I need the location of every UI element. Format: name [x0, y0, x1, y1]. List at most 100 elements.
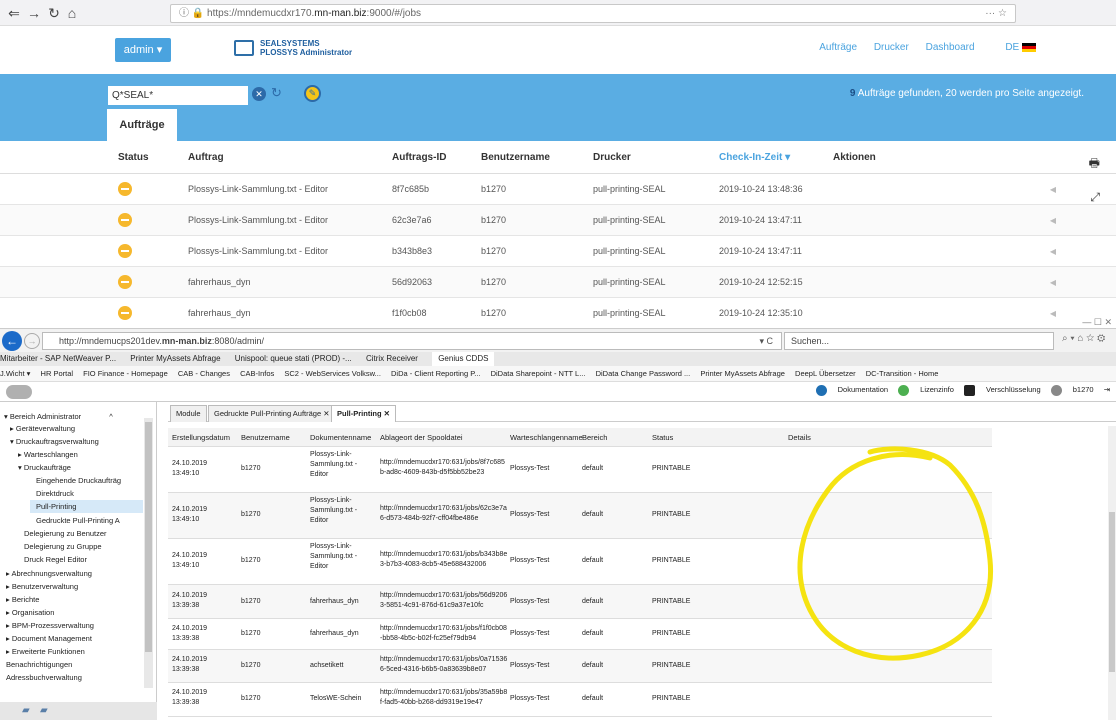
- clear-search-icon[interactable]: ✕: [252, 87, 266, 101]
- tab-sap[interactable]: Mitarbeiter - SAP NetWeaver P...: [0, 352, 116, 366]
- nav-auftraege[interactable]: Aufträge: [819, 42, 857, 53]
- fav-12[interactable]: DC-Transition - Home: [866, 366, 939, 381]
- logout-icon[interactable]: ⇥: [1104, 385, 1110, 394]
- sidebar-item-label: Warteschlangen: [23, 450, 78, 459]
- home-icon[interactable]: ⌂: [62, 3, 82, 23]
- sidebar-item-druckauftragsverwaltung[interactable]: ▾ Druckauftragsverwaltung: [10, 437, 99, 446]
- page-actions-icon[interactable]: ··· ☆: [985, 5, 1007, 22]
- folder-icon[interactable]: ▰: [22, 705, 30, 716]
- sidebar-item-adressbuch[interactable]: Adressbuchverwaltung: [6, 673, 82, 682]
- tab-genius[interactable]: Genius CDDS: [432, 352, 495, 366]
- sidebar-item-eingehende[interactable]: Eingehende Druckaufträg: [36, 476, 121, 485]
- col-status[interactable]: Status: [652, 428, 673, 447]
- fav-4[interactable]: CAB - Changes: [178, 366, 230, 381]
- nav-language[interactable]: DE: [991, 42, 1036, 53]
- reload-icon[interactable]: ↻: [44, 3, 64, 23]
- sidebar-item-druckauftraege[interactable]: ▾ Druckaufträge: [18, 463, 71, 472]
- tab-printer-assets[interactable]: Printer MyAssets Abfrage: [130, 352, 220, 366]
- sidebar-item-geraeteverwaltung[interactable]: ▸ Geräteverwaltung: [10, 424, 75, 433]
- row-action-icon[interactable]: ◀: [1050, 174, 1056, 205]
- sidebar-item-delegierung-benutzer[interactable]: Delegierung zu Benutzer: [24, 529, 107, 538]
- nav-dashboard[interactable]: Dashboard: [926, 42, 975, 53]
- table-row[interactable]: Plossys-Link-Sammlung.txt - Editor 8f7c6…: [0, 174, 1116, 205]
- tab-unispool[interactable]: Unispool: queue stati (PROD) -...: [235, 352, 352, 366]
- row-action-icon[interactable]: ◀: [1050, 205, 1056, 236]
- col-warteschlange[interactable]: Warteschlangenname: [510, 428, 583, 447]
- tab-citrix[interactable]: Citrix Receiver: [366, 352, 418, 366]
- back-icon[interactable]: ←: [2, 331, 22, 351]
- table-row[interactable]: fahrerhaus_dyn 56d92063 b1270 pull-print…: [0, 267, 1116, 298]
- refresh-icon[interactable]: ▾ C: [759, 333, 773, 349]
- table-row[interactable]: Plossys-Link-Sammlung.txt - Editor b343b…: [0, 236, 1116, 267]
- forward-icon[interactable]: →: [24, 3, 44, 23]
- module-icon[interactable]: ▰: [40, 705, 48, 716]
- col-dokumentenname[interactable]: Dokumentenname: [310, 428, 371, 447]
- tab-pull-printing[interactable]: Pull-Printing ✕: [331, 405, 396, 422]
- sidebar-scroll-thumb[interactable]: [145, 422, 152, 652]
- main-scroll-thumb[interactable]: [1109, 512, 1115, 672]
- col-ablageort[interactable]: Ablageort der Spooldatei: [380, 428, 463, 447]
- sidebar-item-bereich-administrator[interactable]: ▾ Bereich Administrator ^: [4, 412, 113, 421]
- col-auftrag[interactable]: Auftrag: [188, 141, 224, 174]
- printer-icon[interactable]: 🖶: [1089, 154, 1100, 175]
- sidebar-item-benachrichtigungen[interactable]: Benachrichtigungen: [6, 660, 72, 669]
- row-action-icon[interactable]: ◀: [1050, 267, 1056, 298]
- fav-9[interactable]: DiData Change Password ...: [596, 366, 691, 381]
- col-checkin[interactable]: Check-In-Zeit ▾: [719, 141, 790, 174]
- cell-user: b1270: [241, 695, 261, 702]
- filter-icon[interactable]: ✎: [304, 85, 321, 102]
- fav-2[interactable]: HR Portal: [41, 366, 74, 381]
- table-row[interactable]: fahrerhaus_dyn f1f0cb08 b1270 pull-print…: [0, 298, 1116, 329]
- fav-11[interactable]: DeepL Übersetzer: [795, 366, 856, 381]
- sidebar-item-erweitert[interactable]: ▸ Erweiterte Funktionen: [6, 647, 85, 656]
- col-bereich[interactable]: Bereich: [582, 428, 607, 447]
- table-row[interactable]: 24.10.2019 13:39:38 b1270 TelosWE-Schein…: [168, 683, 992, 717]
- sidebar-item-pull-printing[interactable]: Pull-Printing: [30, 500, 143, 513]
- forward-icon[interactable]: →: [24, 333, 40, 349]
- back-icon[interactable]: ⇐: [4, 3, 24, 23]
- sidebar-item-bpm[interactable]: ▸ BPM-Prozessverwaltung: [6, 621, 94, 630]
- sidebar-item-organisation[interactable]: ▸ Organisation: [6, 608, 54, 617]
- sidebar-item-warteschlangen[interactable]: ▸ Warteschlangen: [18, 450, 78, 459]
- encryption-link[interactable]: Verschlüsselung: [964, 385, 1041, 396]
- docs-link[interactable]: Dokumentation: [815, 385, 888, 396]
- col-benutzername[interactable]: Benutzername: [481, 141, 550, 174]
- sidebar-item-direktdruck[interactable]: Direktdruck: [36, 489, 74, 498]
- fav-6[interactable]: SC2 - WebServices Volksw...: [284, 366, 381, 381]
- row-action-icon[interactable]: ◀: [1050, 236, 1056, 267]
- col-erstellungsdatum[interactable]: Erstellungsdatum: [172, 428, 230, 447]
- col-auftrags-id[interactable]: Auftrags-ID: [392, 141, 446, 174]
- refresh-icon[interactable]: ↻: [271, 85, 282, 101]
- tab-gedruckte[interactable]: Gedruckte Pull-Printing Aufträge ✕: [208, 405, 336, 422]
- sidebar-item-benutzer[interactable]: ▸ Benutzerverwaltung: [6, 582, 78, 591]
- row-action-icon[interactable]: ◀: [1050, 298, 1056, 329]
- search-input[interactable]: Q*SEAL*: [108, 86, 248, 105]
- sidebar-item-berichte[interactable]: ▸ Berichte: [6, 595, 39, 604]
- search-box[interactable]: Suchen...: [784, 332, 1054, 350]
- collapse-icon[interactable]: ^: [109, 412, 113, 421]
- fav-3[interactable]: FIO Finance - Homepage: [83, 366, 168, 381]
- tab-auftraege[interactable]: Aufträge: [107, 109, 177, 141]
- address-bar[interactable]: ⓘ 🔒 https://mndemucdxr170.mn-man.biz:900…: [170, 4, 1016, 23]
- window-controls[interactable]: — ☐ ✕: [1082, 317, 1112, 328]
- fav-7[interactable]: DiDa - Client Reporting P...: [391, 366, 480, 381]
- fav-10[interactable]: Printer MyAssets Abfrage: [700, 366, 785, 381]
- fav-5[interactable]: CAB-Infos: [240, 366, 274, 381]
- address-bar-2[interactable]: http://mndemucps201dev.mn-man.biz:8080/a…: [42, 332, 782, 350]
- table-row[interactable]: Plossys-Link-Sammlung.txt - Editor 62c3e…: [0, 205, 1116, 236]
- nav-drucker[interactable]: Drucker: [874, 42, 909, 53]
- tab-module[interactable]: Module: [170, 405, 207, 422]
- user-menu[interactable]: b1270: [1050, 385, 1094, 396]
- admin-menu-button[interactable]: admin ▾: [115, 38, 171, 62]
- fav-1[interactable]: J.Wicht ▾: [0, 366, 30, 381]
- sidebar-item-document[interactable]: ▸ Document Management: [6, 634, 92, 643]
- sidebar-item-abrechnung[interactable]: ▸ Abrechnungsverwaltung: [6, 569, 92, 578]
- sidebar-item-druck-regel[interactable]: Druck Regel Editor: [24, 555, 87, 564]
- fav-8[interactable]: DiData Sharepoint - NTT L...: [491, 366, 586, 381]
- col-benutzername[interactable]: Benutzername: [241, 428, 290, 447]
- col-drucker[interactable]: Drucker: [593, 141, 631, 174]
- license-link[interactable]: Lizenzinfo: [898, 385, 954, 396]
- sidebar-item-delegierung-gruppe[interactable]: Delegierung zu Gruppe: [24, 542, 102, 551]
- browser-actions-icon[interactable]: ⌕ ▾ ⌂ ☆ ⚙: [1062, 333, 1105, 344]
- sidebar-item-gedruckte[interactable]: Gedruckte Pull-Printing A: [36, 516, 120, 525]
